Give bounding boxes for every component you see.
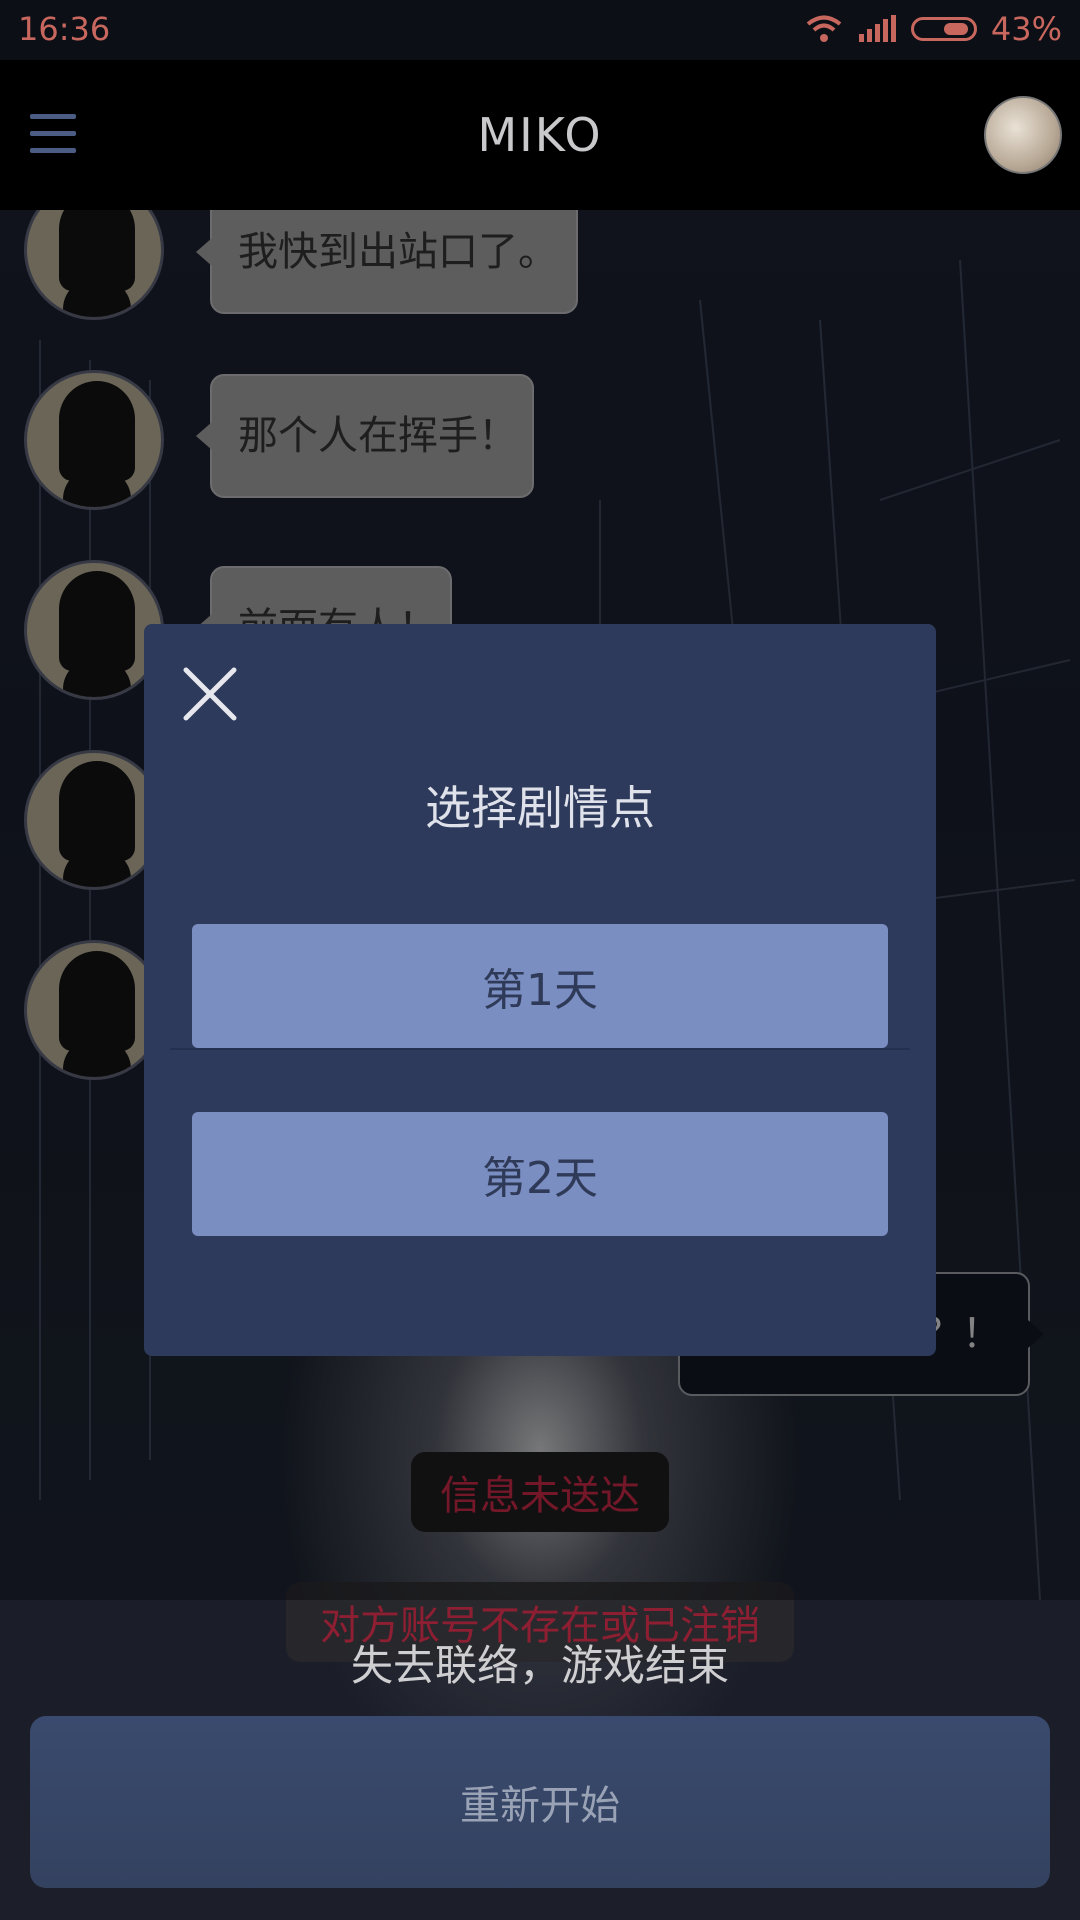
game-over-text: 失去联络，游戏结束 <box>350 1641 729 1690</box>
menu-icon[interactable] <box>30 114 76 154</box>
cellular-signal-icon <box>858 15 896 42</box>
option-day-2[interactable]: 第2天 <box>192 1112 888 1236</box>
dialog-title: 选择剧情点 <box>425 781 655 835</box>
battery-percent: 43% <box>990 10 1062 48</box>
restart-button[interactable]: 重新开始 <box>30 1716 1050 1888</box>
app-bar: MIKO <box>0 60 1080 210</box>
plot-select-dialog: 选择剧情点 第1天 第2天 <box>144 624 936 1356</box>
battery-icon <box>910 17 977 41</box>
wifi-icon <box>806 15 842 42</box>
app-title: MIKO <box>477 108 603 162</box>
status-time: 16:36 <box>18 10 111 48</box>
close-icon[interactable] <box>182 666 238 722</box>
status-bar: 16:36 43% <box>0 0 1080 60</box>
profile-avatar[interactable] <box>984 96 1062 174</box>
option-day-1[interactable]: 第1天 <box>192 924 888 1048</box>
divider <box>170 1048 910 1050</box>
